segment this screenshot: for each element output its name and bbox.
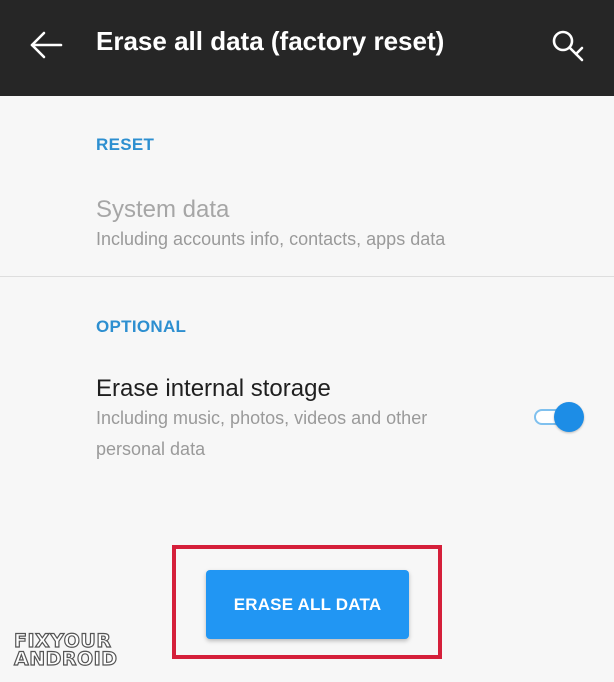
search-icon[interactable] — [550, 28, 588, 66]
app-bar: Erase all data (factory reset) — [0, 0, 614, 96]
erase-internal-storage-subtitle-line1: Including music, photos, videos and othe… — [96, 408, 428, 428]
erase-all-data-button[interactable]: ERASE ALL DATA — [206, 570, 409, 639]
page-title: Erase all data (factory reset) — [96, 26, 445, 56]
system-data-title: System data — [96, 196, 230, 223]
toggle-thumb — [554, 402, 584, 432]
system-data-subtitle: Including accounts info, contacts, apps … — [96, 229, 446, 249]
erase-internal-storage-subtitle-line2: personal data — [96, 439, 206, 459]
section-header-optional: OPTIONAL — [96, 317, 187, 336]
section-divider — [0, 276, 614, 277]
arrow-left-icon[interactable] — [28, 30, 64, 60]
watermark-line2: ANDROID — [13, 648, 118, 670]
erase-internal-storage-toggle[interactable] — [532, 402, 584, 432]
watermark-logo: FIXYOUR ANDROID — [13, 631, 118, 670]
section-header-reset: RESET — [96, 135, 155, 154]
erase-internal-storage-title: Erase internal storage — [96, 375, 331, 402]
